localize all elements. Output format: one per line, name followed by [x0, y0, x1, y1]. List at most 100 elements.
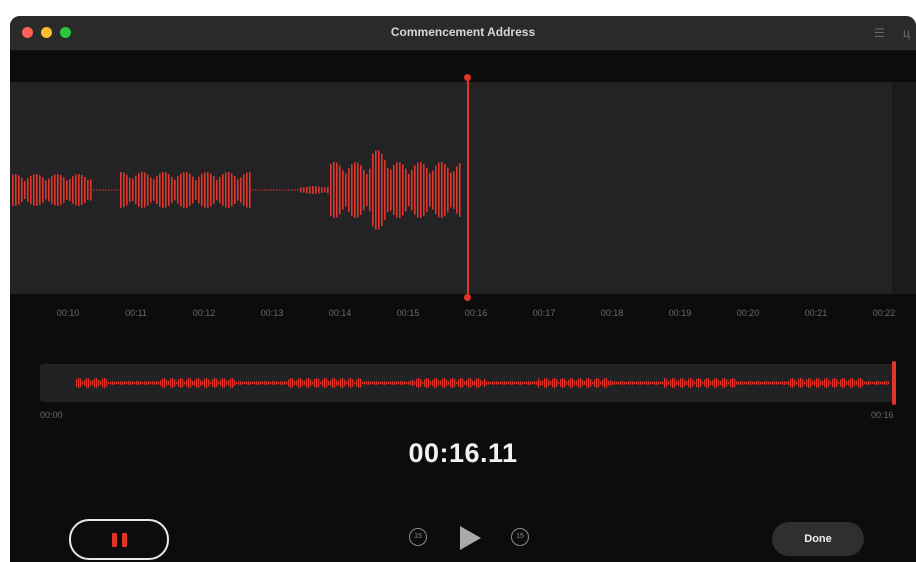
- overview-bar: [688, 378, 690, 388]
- overview-bar: [238, 381, 240, 385]
- overview-bar: [488, 381, 490, 385]
- overview-bar: [856, 380, 858, 386]
- overview-bar: [472, 380, 474, 386]
- overview-bar: [754, 381, 756, 385]
- overview-bar: [354, 381, 356, 385]
- overview-bar: [562, 378, 564, 388]
- waveform-bar: [246, 172, 248, 208]
- play-icon[interactable]: [460, 526, 481, 550]
- time-tick-label: 00:14: [328, 308, 352, 318]
- overview-bar: [188, 378, 190, 388]
- pause-button[interactable]: [69, 519, 169, 560]
- waveform-bar: [441, 162, 443, 218]
- overview-bar: [568, 379, 570, 387]
- waveform-bar: [93, 189, 95, 191]
- waveform-bar: [252, 189, 254, 191]
- overview-bar: [374, 381, 376, 385]
- overview-bar: [208, 379, 210, 387]
- overview-bar: [106, 379, 108, 387]
- waveform-bar: [195, 180, 197, 200]
- overview-bar: [530, 381, 532, 385]
- overview-bar: [416, 378, 418, 388]
- waveform-bar: [99, 189, 101, 191]
- overview-bar: [342, 378, 344, 388]
- overview-bar: [622, 381, 624, 385]
- overview-bar: [844, 378, 846, 388]
- waveform-bar: [399, 162, 401, 218]
- waveform-bar: [117, 189, 119, 191]
- waveform-bar: [342, 170, 344, 210]
- overview-bar: [796, 381, 798, 385]
- overview-bar: [620, 381, 622, 385]
- overview-bar: [644, 381, 646, 385]
- crop-icon[interactable]: ц: [903, 26, 910, 40]
- overview-bar: [414, 381, 416, 385]
- overview-bar: [482, 381, 484, 385]
- playhead[interactable]: [467, 78, 469, 300]
- done-button[interactable]: Done: [772, 522, 864, 556]
- waveform-bar: [405, 168, 407, 212]
- overview-bar: [204, 378, 206, 388]
- overview-bar: [96, 378, 98, 388]
- overview-bar: [672, 378, 674, 388]
- playhead-bottom-handle[interactable]: [464, 294, 471, 301]
- waveform-bar: [357, 162, 359, 218]
- overview-waveform: [76, 378, 890, 388]
- overview-bar: [294, 380, 296, 386]
- waveform-bar: [315, 186, 317, 194]
- waveform-bar: [375, 150, 377, 230]
- waveform: [12, 150, 461, 230]
- waveform-bar: [369, 168, 371, 212]
- overview-bar: [684, 380, 686, 386]
- overview-bar: [806, 379, 808, 387]
- overview-bar: [80, 378, 82, 388]
- overview-bar: [870, 381, 872, 385]
- waveform-bar: [249, 172, 251, 208]
- overview-bar: [444, 378, 446, 388]
- overview-bar: [598, 378, 600, 388]
- overview-bar: [498, 381, 500, 385]
- overview-bar: [832, 378, 834, 388]
- overview-bar: [578, 378, 580, 388]
- waveform-bar: [183, 172, 185, 208]
- waveform-bar: [240, 177, 242, 203]
- time-tick-label: 00:21: [804, 308, 828, 318]
- settings-sliders-icon[interactable]: ☰: [874, 26, 885, 40]
- waveform-bar: [24, 180, 26, 200]
- waveform-bar: [444, 163, 446, 217]
- overview-bar: [526, 381, 528, 385]
- overview-bar: [322, 379, 324, 387]
- skip-back-15-icon[interactable]: 15: [409, 528, 427, 546]
- overview-bar: [302, 380, 304, 386]
- waveform-bar: [267, 189, 269, 191]
- waveform-bar: [138, 173, 140, 207]
- overview-bar: [210, 381, 212, 385]
- overview-scrubber[interactable]: [40, 364, 896, 402]
- overview-bar: [388, 381, 390, 385]
- overview-bar: [692, 379, 694, 387]
- overview-bar: [704, 379, 706, 387]
- overview-bar: [666, 378, 668, 388]
- overview-bar: [384, 381, 386, 385]
- overview-bar: [332, 378, 334, 388]
- overview-bar: [814, 380, 816, 386]
- overview-bar: [728, 381, 730, 385]
- waveform-editor[interactable]: [10, 82, 916, 294]
- overview-bar: [412, 379, 414, 387]
- overview-bar: [284, 381, 286, 385]
- overview-bar: [330, 380, 332, 386]
- skip-forward-15-icon[interactable]: 15: [511, 528, 529, 546]
- overview-bar: [84, 379, 86, 387]
- overview-bar: [88, 378, 90, 388]
- waveform-bar: [336, 162, 338, 218]
- overview-bar: [534, 381, 536, 385]
- overview-bar: [172, 378, 174, 388]
- overview-bar: [490, 381, 492, 385]
- time-tick-label: 00:17: [532, 308, 556, 318]
- overview-bar: [454, 379, 456, 387]
- overview-bar: [884, 381, 886, 385]
- waveform-bar: [312, 186, 314, 194]
- overview-bar: [168, 381, 170, 385]
- overview-bar: [338, 380, 340, 386]
- overview-position-handle[interactable]: [892, 361, 896, 405]
